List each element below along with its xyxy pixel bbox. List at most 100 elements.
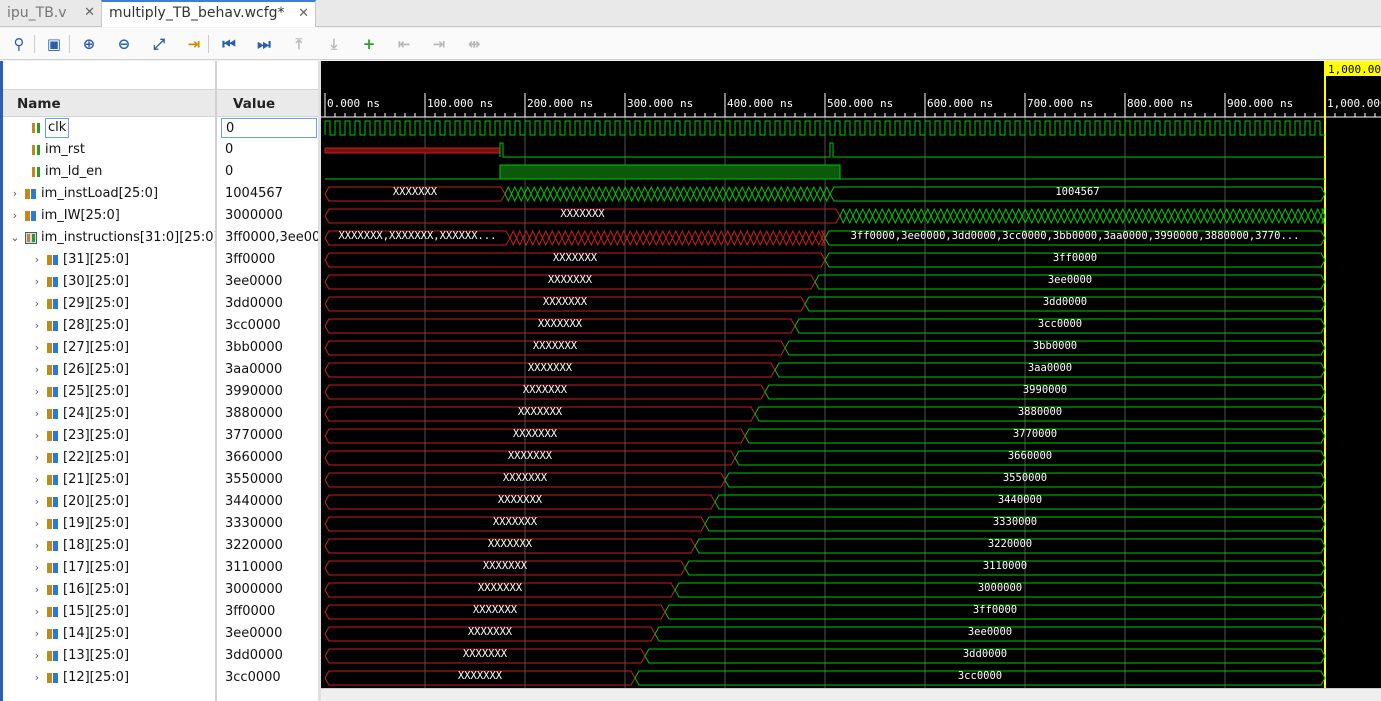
time-tick-label: 700.000 ns [1027,97,1093,110]
signal-row[interactable]: im_ld_en [3,161,215,183]
bus-value-label: 3330000 [993,516,1037,528]
bus-value-label: XXXXXXX [528,362,573,374]
next-transition-icon[interactable]: ⤓ [323,33,345,55]
signal-row[interactable]: › [12][25:0] [3,667,215,689]
signal-row[interactable]: › [19][25:0] [3,513,215,535]
chevron-right-icon[interactable]: › [31,535,43,557]
signal-value: 3330000 [225,516,283,531]
bus-value-label: XXXXXXX [498,494,543,506]
close-icon[interactable]: ✕ [84,0,95,26]
signal-row[interactable]: › [20][25:0] [3,491,215,513]
waveform-toolbar: ⚲ ▣ ⊕ ⊖ ⤢ ⇥ ⏮ ⏭ ⤒ ⤓ + ⇤ ⇥ ⇹ [0,28,1381,60]
next-marker-icon[interactable]: ⇥ [428,33,450,55]
chevron-right-icon[interactable]: › [31,293,43,315]
bus-transition-burst [504,185,831,203]
time-tick-label: 500.000 ns [827,97,893,110]
horizontal-scrollbar[interactable] [321,688,1381,701]
chevron-right-icon[interactable]: › [31,513,43,535]
signal-row[interactable]: › im_IW[25:0] [3,205,215,227]
bus-signal-icon [47,453,58,463]
signal-value: 3220000 [225,538,283,553]
time-tick-label: 0.000 ns [327,97,380,110]
chevron-right-icon[interactable]: › [31,557,43,579]
zoom-out-icon[interactable]: ⊖ [113,33,135,55]
signal-value: 3440000 [225,494,283,509]
chevron-right-icon[interactable]: › [31,315,43,337]
tab-label: multiply_TB_behav.wcfg* [109,5,285,21]
signal-row[interactable]: im_rst [3,139,215,161]
signal-row[interactable]: › [29][25:0] [3,293,215,315]
chevron-right-icon[interactable]: › [31,403,43,425]
signal-row[interactable]: › [26][25:0] [3,359,215,381]
bus-signal-icon [47,409,58,419]
chevron-right-icon[interactable]: › [31,359,43,381]
chevron-right-icon[interactable]: › [31,425,43,447]
signal-row[interactable]: clk [3,117,215,139]
go-to-time-zero-icon[interactable]: ⏮ [218,33,240,55]
save-icon[interactable]: ▣ [43,33,65,55]
chevron-right-icon[interactable]: › [31,447,43,469]
signal-name: [23][25:0] [63,428,130,443]
bus-value-label: 3110000 [983,560,1027,572]
chevron-right-icon[interactable]: › [31,271,43,293]
signal-row[interactable]: › [18][25:0] [3,535,215,557]
bus-value-label: 3ff0000 [1053,252,1097,264]
signal-row[interactable]: › [22][25:0] [3,447,215,469]
close-icon[interactable]: ✕ [298,2,309,25]
go-to-cursor-icon[interactable]: ⇥ [183,33,205,55]
signal-row[interactable]: › [28][25:0] [3,315,215,337]
add-marker-icon[interactable]: + [358,33,380,55]
signal-row[interactable]: › [27][25:0] [3,337,215,359]
chevron-right-icon[interactable]: › [9,183,21,205]
swap-cursors-icon[interactable]: ⇹ [463,33,485,55]
signal-row[interactable]: › [25][25:0] [3,381,215,403]
signal-value: 3ee0000 [225,274,283,289]
signal-row[interactable]: › [31][25:0] [3,249,215,271]
signal-row[interactable]: › [16][25:0] [3,579,215,601]
chevron-right-icon[interactable]: › [31,579,43,601]
signal-row[interactable]: › im_instLoad[25:0] [3,183,215,205]
previous-transition-icon[interactable]: ⤒ [288,33,310,55]
chevron-down-icon[interactable]: ⌄ [9,227,21,249]
bus-value-label: 3000000 [978,582,1022,594]
zoom-fit-icon[interactable]: ⤢ [148,33,170,55]
signal-row[interactable]: › [21][25:0] [3,469,215,491]
signal-row[interactable]: › [24][25:0] [3,403,215,425]
signal-row[interactable]: › [15][25:0] [3,601,215,623]
name-column-header[interactable]: Name [3,89,215,117]
signal-value: 3cc0000 [225,670,281,685]
bus-value-label: XXXXXXX [488,538,533,550]
chevron-right-icon[interactable]: › [31,381,43,403]
tab-multiply-tb-wcfg[interactable]: multiply_TB_behav.wcfg* ✕ [101,0,316,27]
waveform-canvas[interactable]: 0.000 ns 100.000 ns 200.000 ns 300.000 ns 40… [321,61,1381,688]
chevron-right-icon[interactable]: › [31,249,43,271]
bus-value-label: 3550000 [1003,472,1047,484]
value-column-header[interactable]: Value [217,89,318,117]
signal-row[interactable]: › [13][25:0] [3,645,215,667]
zoom-in-icon[interactable]: ⊕ [78,33,100,55]
chevron-right-icon[interactable]: › [31,645,43,667]
chevron-right-icon[interactable]: › [31,601,43,623]
chevron-right-icon[interactable]: › [31,337,43,359]
signal-row[interactable]: › [14][25:0] [3,623,215,645]
signal-row[interactable]: › [17][25:0] [3,557,215,579]
bus-value-label: 3dd0000 [963,648,1007,660]
tab-ipu-tb[interactable]: ipu_TB.v ✕ [0,0,101,27]
signal-name: [26][25:0] [63,362,130,377]
signal-name: [17][25:0] [63,560,130,575]
search-icon[interactable]: ⚲ [8,33,30,55]
chevron-right-icon[interactable]: › [31,667,43,689]
signal-row[interactable]: ⌄ im_instructions[31:0][25:0] [3,227,218,249]
bus-signal-icon [47,629,58,639]
bus-value-label: 3cc0000 [958,670,1002,682]
signal-name: [14][25:0] [63,626,130,641]
signal-row[interactable]: › [30][25:0] [3,271,215,293]
signal-row[interactable]: › [23][25:0] [3,425,215,447]
time-tick-label: 200.000 ns [527,97,593,110]
previous-marker-icon[interactable]: ⇤ [393,33,415,55]
chevron-right-icon[interactable]: › [31,623,43,645]
go-to-last-time-icon[interactable]: ⏭ [253,33,275,55]
chevron-right-icon[interactable]: › [31,469,43,491]
chevron-right-icon[interactable]: › [9,205,21,227]
chevron-right-icon[interactable]: › [31,491,43,513]
